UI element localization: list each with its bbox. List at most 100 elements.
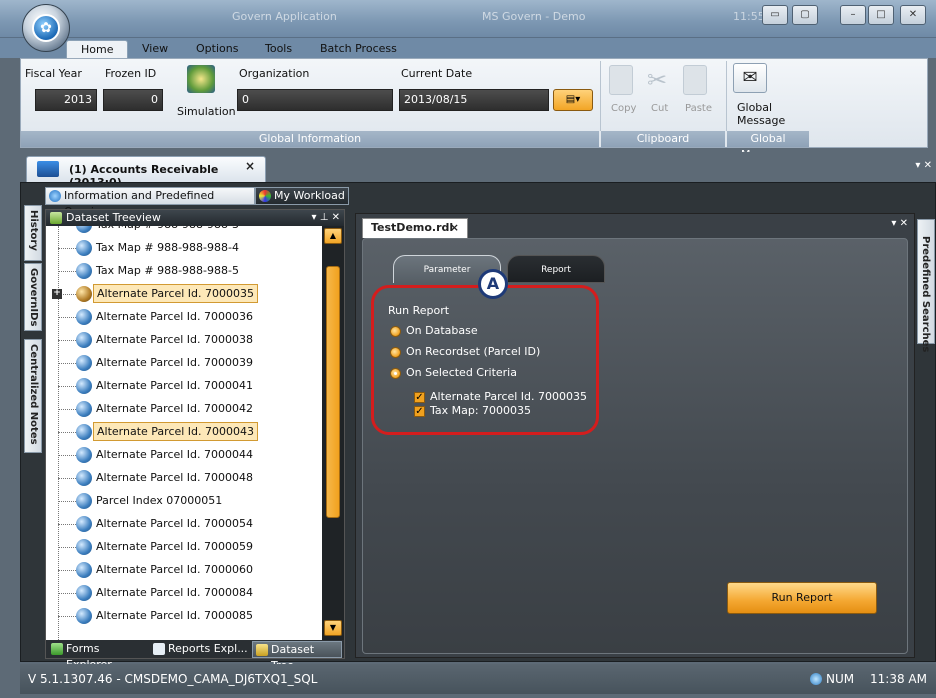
tab-menu-icon[interactable]: ▾ ✕ [915,160,932,171]
tree-row[interactable]: Alternate Parcel Id. 7000048 [46,467,322,489]
maximize-icon[interactable]: □ [868,5,894,25]
option-on-database-label[interactable]: On Database [406,324,478,337]
tab-information-queries[interactable]: Information and Predefined Queries [45,187,255,218]
globe-icon [76,355,92,371]
current-date-field[interactable]: 2013/08/15 [399,89,549,111]
paste-button[interactable]: Paste [685,103,712,114]
tree-item-label: Alternate Parcel Id. 7000048 [96,471,254,484]
callout-badge: A [478,269,508,299]
close-icon[interactable]: ✕ [900,5,926,25]
close-tab-icon[interactable]: × [245,159,255,173]
scroll-thumb[interactable] [326,266,340,518]
reports-icon [153,643,165,655]
tab-testdemo-rdl[interactable]: TestDemo.rdl × [362,218,468,238]
run-report-button[interactable]: Run Report [727,582,877,614]
calendar-dropdown-icon[interactable]: ▤▾ [553,89,593,111]
tree-row[interactable]: Alternate Parcel Id. 7000042 [46,398,322,420]
tree-row[interactable]: + Alternate Parcel Id. 7000035 [46,283,322,305]
tab-home[interactable]: Home [66,40,129,58]
tree-item-label: Alternate Parcel Id. 7000036 [96,310,254,323]
tree-row[interactable]: Alternate Parcel Id. 7000038 [46,329,322,351]
globe-icon [76,539,92,555]
tree-row[interactable]: Alternate Parcel Id. 7000041 [46,375,322,397]
tree-row[interactable]: Tax Map # 988-988-988-3 [46,226,322,236]
copy-button[interactable]: Copy [611,103,636,114]
tree-row[interactable]: Alternate Parcel Id. 7000060 [46,559,322,581]
side-tab-predefined-searches[interactable]: Predefined Searches [917,219,935,352]
minimize-icon[interactable]: – [840,5,866,25]
global-message-button[interactable]: Global Message [737,101,785,127]
cut-button[interactable]: Cut [651,103,668,114]
side-tab-governids[interactable]: GovernIDs [24,263,42,331]
side-tab-centralized-notes[interactable]: Centralized Notes [24,339,42,453]
option-on-recordset-label[interactable]: On Recordset (Parcel ID) [406,345,540,358]
side-tab-history[interactable]: History [24,205,42,261]
explorer-tabs: Forms Explorer Reports Expl... Dataset T… [46,640,344,672]
app-menu-button[interactable]: ✿ [22,4,70,52]
tree-row[interactable]: Alternate Parcel Id. 7000044 [46,444,322,466]
organization-field[interactable]: 0 [237,89,393,111]
tree-item-label: Alternate Parcel Id. 7000035 [93,284,259,303]
tab-reports-explorer-label: Reports Expl... [168,642,248,655]
tree-row[interactable]: Alternate Parcel Id. 7000036 [46,306,322,328]
scroll-up-icon[interactable]: ▲ [324,228,342,244]
close-report-tab-icon[interactable]: × [450,219,459,237]
tree-row[interactable]: Alternate Parcel Id. 7000043 [46,421,322,443]
status-time: 11:38 AM [870,672,927,686]
tree-scrollbar[interactable]: ▲ ▼ [322,226,344,640]
checkbox-criteria-taxmap[interactable]: ✓ [414,406,425,417]
restore-down-icon[interactable]: ▭ [762,5,788,25]
tab-report[interactable]: Report [507,255,605,283]
radio-on-selected-criteria[interactable] [390,368,401,379]
ribbon-tabs: Home View Options Tools Batch Process [0,38,936,58]
option-on-selected-criteria-label[interactable]: On Selected Criteria [406,366,517,379]
clipboard-caption: Clipboard [601,131,725,147]
window-subtitle: MS Govern - Demo [482,10,586,23]
tree-row[interactable]: Parcel Index 07000051 [46,490,322,512]
globe-icon [76,608,92,624]
tree-row[interactable]: Tax Map # 988-988-988-4 [46,237,322,259]
fiscal-year-field[interactable]: 2013 [35,89,97,111]
tree-item-label: Alternate Parcel Id. 7000054 [96,517,254,530]
simulation-label[interactable]: Simulation [177,105,236,118]
report-panel-controls-icon[interactable]: ▾ ✕ [891,218,908,229]
globe-icon [76,309,92,325]
tab-dataset-tree[interactable]: Dataset Tree... [252,641,342,672]
radio-on-database[interactable] [390,326,401,337]
predefined-searches-label: Predefined Searches [920,236,931,353]
checkbox-criteria-parcel[interactable]: ✓ [414,392,425,403]
restore-icon[interactable]: ▢ [792,5,818,25]
global-message-icon[interactable]: ✉ [733,63,767,93]
scroll-down-icon[interactable]: ▼ [324,620,342,636]
tree-item-label: Tax Map # 988-988-988-3 [96,226,239,231]
tab-options[interactable]: Options [196,40,238,58]
accounts-receivable-icon [37,161,59,177]
tab-view[interactable]: View [142,40,168,58]
tab-my-workload[interactable]: My Workload [255,187,349,205]
frozen-id-label: Frozen ID [105,67,157,80]
tab-batch-process[interactable]: Batch Process [320,40,397,58]
tab-forms-explorer[interactable]: Forms Explorer [48,641,148,671]
radio-on-recordset[interactable] [390,347,401,358]
ribbon-separator [726,61,727,131]
simulation-icon[interactable] [187,65,215,93]
tree-item-label: Alternate Parcel Id. 7000059 [96,540,254,553]
tab-tools[interactable]: Tools [265,40,292,58]
tab-reports-explorer[interactable]: Reports Expl... [150,641,250,658]
expand-icon[interactable]: + [52,289,62,299]
tree-row[interactable]: Alternate Parcel Id. 7000085 [46,605,322,627]
tree-row[interactable]: Alternate Parcel Id. 7000039 [46,352,322,374]
global-messages-caption: Global Messages [727,131,809,161]
tree-row[interactable]: Alternate Parcel Id. 7000059 [46,536,322,558]
tree-row[interactable]: Alternate Parcel Id. 7000054 [46,513,322,535]
tree-row[interactable]: Tax Map # 988-988-988-5 [46,260,322,282]
report-tab-label: TestDemo.rdl [371,221,454,234]
tab-accounts-receivable[interactable]: (1) Accounts Receivable (2013:0) × [26,156,266,189]
status-bar: V 5.1.1307.46 - CMSDEMO_CAMA_DJ6TXQ1_SQL… [20,664,936,694]
num-lock-indicator: NUM [826,672,855,686]
tree-item-label: Alternate Parcel Id. 7000038 [96,333,254,346]
frozen-id-field[interactable]: 0 [103,89,163,111]
panel-controls-icon[interactable]: ▾ ⊥ ✕ [312,210,340,226]
globe-icon [76,378,92,394]
tree-row[interactable]: Alternate Parcel Id. 7000084 [46,582,322,604]
